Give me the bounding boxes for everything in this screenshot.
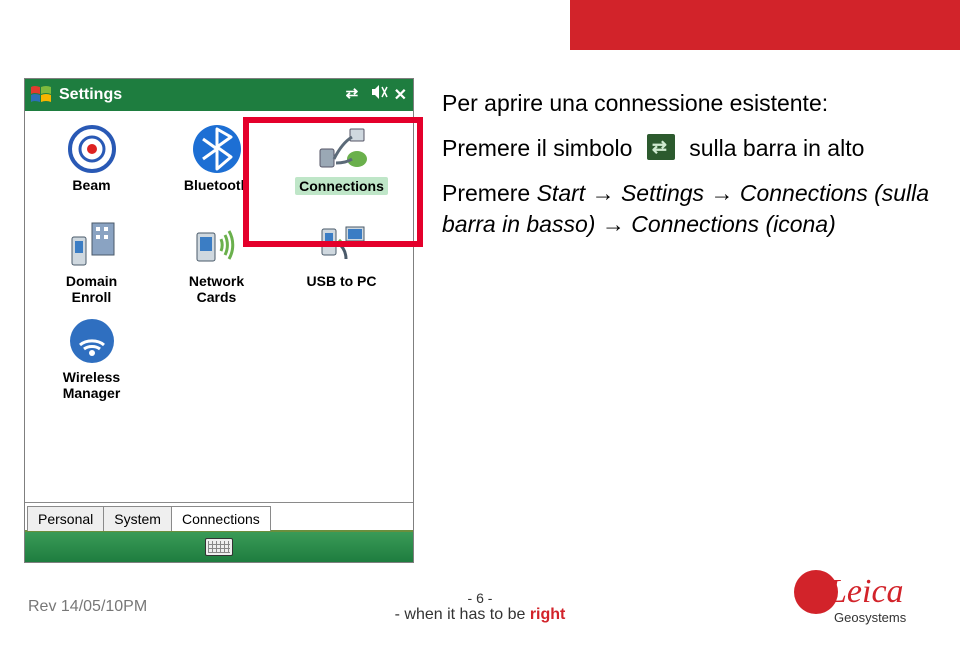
app-domain-enroll[interactable]: Domain Enroll xyxy=(29,213,154,309)
app-connections[interactable]: Connections xyxy=(279,117,404,213)
instructions-line1: Per aprire una connessione esistente: xyxy=(442,88,932,119)
motto-b: right xyxy=(530,606,566,623)
top-red-banner xyxy=(570,0,960,50)
domain-enroll-icon xyxy=(66,219,118,271)
app-beam[interactable]: Beam xyxy=(29,117,154,213)
keyboard-icon[interactable] xyxy=(205,538,233,556)
phone-body: Beam Bluetooth xyxy=(25,111,413,502)
footer: Rev 14/05/10PM - 6 - - when it has to be… xyxy=(0,576,960,636)
phone-titlebar: Settings ✕ xyxy=(25,79,413,111)
app-usb-to-pc[interactable]: USB to PC xyxy=(279,213,404,309)
usb-to-pc-icon xyxy=(316,219,368,271)
instructions-line3: Premere Start → Settings → Connections (… xyxy=(442,178,932,240)
bluetooth-icon xyxy=(191,123,243,175)
connectivity-icon[interactable] xyxy=(344,85,364,105)
wireless-manager-icon xyxy=(66,315,118,367)
phone-bottombar xyxy=(25,532,413,562)
arrow-icon: → xyxy=(602,211,625,237)
page-number: - 6 - xyxy=(468,590,493,606)
app-label: Wireless Manager xyxy=(63,369,121,401)
status-icons: ✕ xyxy=(344,83,407,106)
app-label: Domain Enroll xyxy=(66,273,117,305)
instructions-block: Per aprire una connessione esistente: Pr… xyxy=(442,88,932,254)
tab-system[interactable]: System xyxy=(103,506,172,531)
leica-logo: Leica Geosystems xyxy=(790,568,930,638)
app-label: Beam xyxy=(72,177,110,193)
revision-text: Rev 14/05/10PM xyxy=(28,598,147,616)
connectivity-inline-icon xyxy=(647,134,675,160)
brand-sub: Geosystems xyxy=(834,610,907,625)
phone-screenshot: Settings ✕ Beam xyxy=(24,78,414,563)
motto: - when it has to be right xyxy=(395,606,566,624)
app-label: USB to PC xyxy=(307,273,377,289)
app-bluetooth[interactable]: Bluetooth xyxy=(154,117,279,213)
app-wireless-manager[interactable]: Wireless Manager xyxy=(29,309,154,405)
arrow-icon: → xyxy=(592,180,615,206)
windows-logo-icon[interactable] xyxy=(29,83,53,107)
arrow-icon: → xyxy=(710,180,733,206)
beam-icon xyxy=(66,123,118,175)
text-start: Start xyxy=(537,180,586,206)
close-icon[interactable]: ✕ xyxy=(394,85,407,105)
motto-a: - when it has to be xyxy=(395,606,530,623)
phone-title: Settings xyxy=(59,86,122,104)
text-connections-icon: Connections (icona) xyxy=(631,211,836,237)
phone-tabs: Personal System Connections xyxy=(25,502,413,532)
brand-main: Leica xyxy=(827,573,904,610)
instructions-line2: Premere il simbolo sulla barra in alto xyxy=(442,133,932,164)
app-label: Bluetooth xyxy=(184,177,249,193)
icon-grid: Beam Bluetooth xyxy=(25,111,413,411)
connections-icon xyxy=(316,123,368,175)
network-cards-icon xyxy=(191,219,243,271)
text: Premere il simbolo xyxy=(442,135,632,161)
text-settings: Settings xyxy=(621,180,704,206)
volume-icon[interactable] xyxy=(370,83,388,106)
tab-connections[interactable]: Connections xyxy=(171,506,271,531)
app-network-cards[interactable]: Network Cards xyxy=(154,213,279,309)
tab-personal[interactable]: Personal xyxy=(27,506,104,531)
text: Premere xyxy=(442,180,537,206)
app-label: Network Cards xyxy=(189,273,244,305)
app-label: Connections xyxy=(295,177,388,195)
text: sulla barra in alto xyxy=(689,133,864,164)
